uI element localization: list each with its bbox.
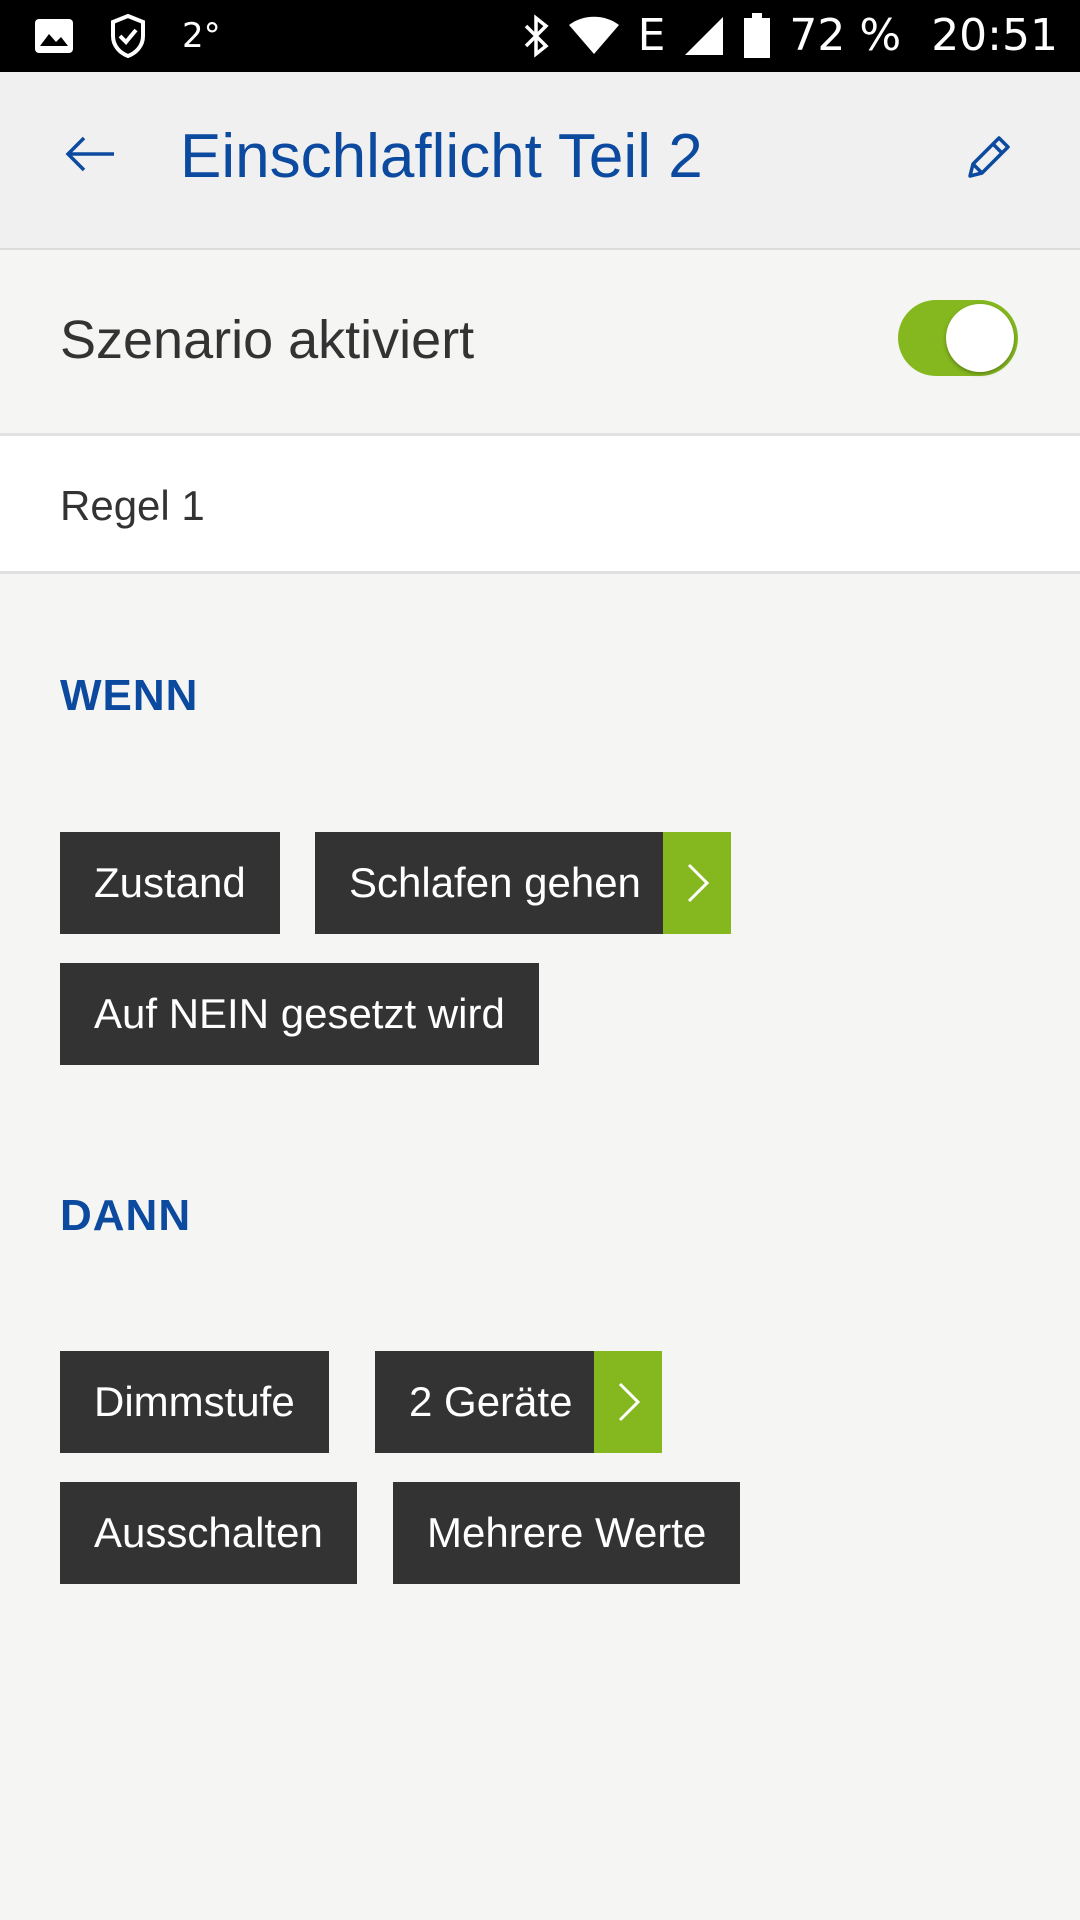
chip-label: 2 Geräte <box>409 1378 573 1425</box>
chip-label: Schlafen gehen <box>349 859 641 906</box>
battery-text: 72 % <box>789 10 902 61</box>
action-type-chip[interactable]: Dimmstufe <box>60 1351 329 1453</box>
shield-check-icon <box>110 14 146 58</box>
chevron-right-icon[interactable] <box>594 1351 663 1453</box>
action-values-chip[interactable]: Mehrere Werte <box>393 1482 741 1584</box>
signal-icon <box>683 15 725 57</box>
pencil-icon <box>964 132 1014 186</box>
chip-label: Auf NEIN gesetzt wird <box>94 990 505 1037</box>
image-icon <box>34 18 74 54</box>
edit-button[interactable] <box>954 124 1024 194</box>
wifi-icon <box>568 16 620 56</box>
bluetooth-icon <box>522 14 550 58</box>
rule-row[interactable]: Regel 1 <box>0 436 1080 574</box>
page-title: Einschlaflicht Teil 2 <box>180 122 703 191</box>
chevron-right-icon[interactable] <box>662 832 731 934</box>
chip-label: Ausschalten <box>94 1509 323 1556</box>
chip-label: Mehrere Werte <box>427 1509 707 1556</box>
chip-label: Dimmstufe <box>94 1378 295 1425</box>
temperature-text: 2° <box>182 16 221 56</box>
status-bar: 2° E 72 % 20:51 <box>0 0 1080 72</box>
chip-label: Zustand <box>94 859 246 906</box>
scenario-active-row: Szenario aktiviert <box>0 252 1080 436</box>
condition-value-chip[interactable]: Auf NEIN gesetzt wird <box>60 963 539 1065</box>
rule-label: Regel 1 <box>60 482 205 529</box>
arrow-left-icon <box>64 134 116 178</box>
scenario-active-label: Szenario aktiviert <box>60 310 475 370</box>
when-heading: WENN <box>60 671 199 720</box>
battery-icon <box>743 13 771 59</box>
condition-type-chip[interactable]: Zustand <box>60 832 280 934</box>
toggle-knob <box>946 304 1014 372</box>
app-bar: Einschlaflicht Teil 2 <box>0 72 1080 250</box>
scenario-active-toggle[interactable] <box>898 300 1018 376</box>
action-devices-chip[interactable]: 2 Geräte <box>375 1351 663 1453</box>
action-command-chip[interactable]: Ausschalten <box>60 1482 357 1584</box>
clock-text: 20:51 <box>931 10 1058 61</box>
network-type-text: E <box>637 10 666 61</box>
back-button[interactable] <box>60 126 120 186</box>
then-heading: DANN <box>60 1191 192 1240</box>
condition-state-chip[interactable]: Schlafen gehen <box>315 832 731 934</box>
